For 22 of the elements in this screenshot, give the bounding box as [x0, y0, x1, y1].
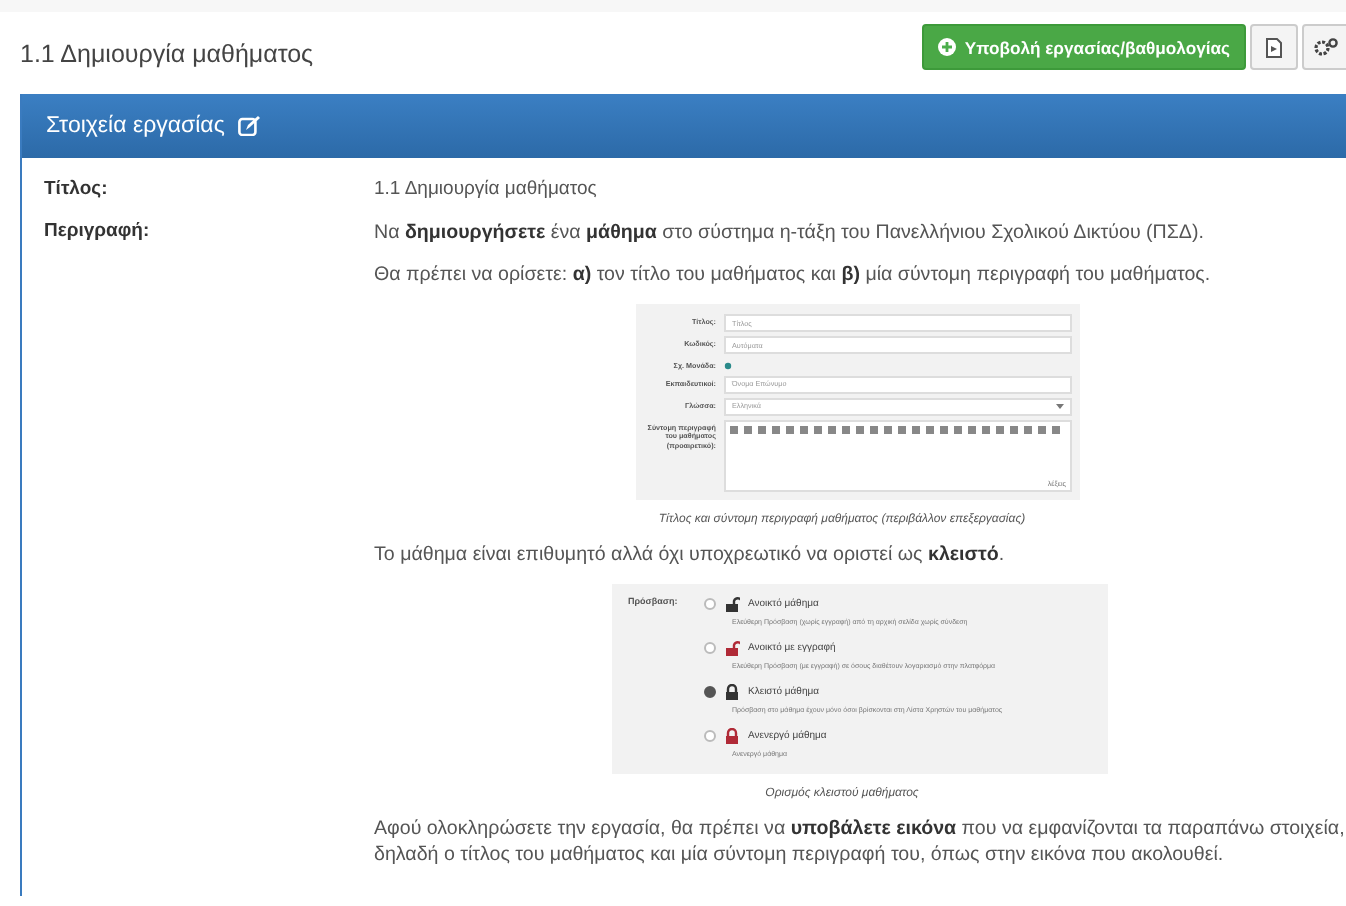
- radio-button[interactable]: [704, 729, 716, 741]
- file-button[interactable]: [1250, 24, 1298, 70]
- document-icon: [1266, 37, 1282, 57]
- caret-icon: [1056, 402, 1064, 410]
- field-label: Περιγραφή:: [42, 220, 152, 246]
- page-title: 1.1 Δημιουργία μαθήματος: [20, 40, 314, 72]
- submit-button[interactable]: Υποβολή εργασίας/βαθμολογίας: [922, 24, 1246, 70]
- edit-icon: [238, 116, 261, 136]
- paragraph: Το μάθημα είναι επιθυμητό αλλά όχι υποχρεωτικό να οριστεί ως κλειστό.: [374, 541, 1007, 567]
- plus-circle-icon: [938, 38, 957, 56]
- radio-button[interactable]: [704, 685, 716, 697]
- radio-button[interactable]: [704, 597, 716, 609]
- title-value: 1.1 Δημιουργία μαθήματος: [374, 178, 597, 200]
- radio-button[interactable]: [704, 641, 716, 653]
- panel-title: Στοιχεία εργασίας: [46, 114, 225, 138]
- paragraph: Να δημιουργήσετε ένα μάθημα στο σύστημα η-τάξη του Πανελλήνιου Σχολικού Δικτύου (ΠΣΔ).: [374, 220, 1206, 246]
- settings-icon: [1314, 38, 1338, 56]
- paragraph: Αφού ολοκληρώσετε την εργασία, θα πρέπει να υποβάλετε εικόνα που να εμφανίζονται τα παραπάνω στοιχεία, δηλαδή ο τίτλος του μαθήματος και μία σύντομη περιγραφή του, όπως στην εικόνα που ακολουθεί.: [374, 815, 1346, 867]
- field-label: Τίτλος:: [42, 178, 110, 200]
- settings-button[interactable]: [1302, 24, 1346, 70]
- paragraph: Θα πρέπει να ορίσετε: α) τον τίτλο του μαθήματος και β) μία σύντομη περιγραφή του μαθήματος.: [374, 262, 1213, 288]
- dot-icon: [724, 362, 732, 370]
